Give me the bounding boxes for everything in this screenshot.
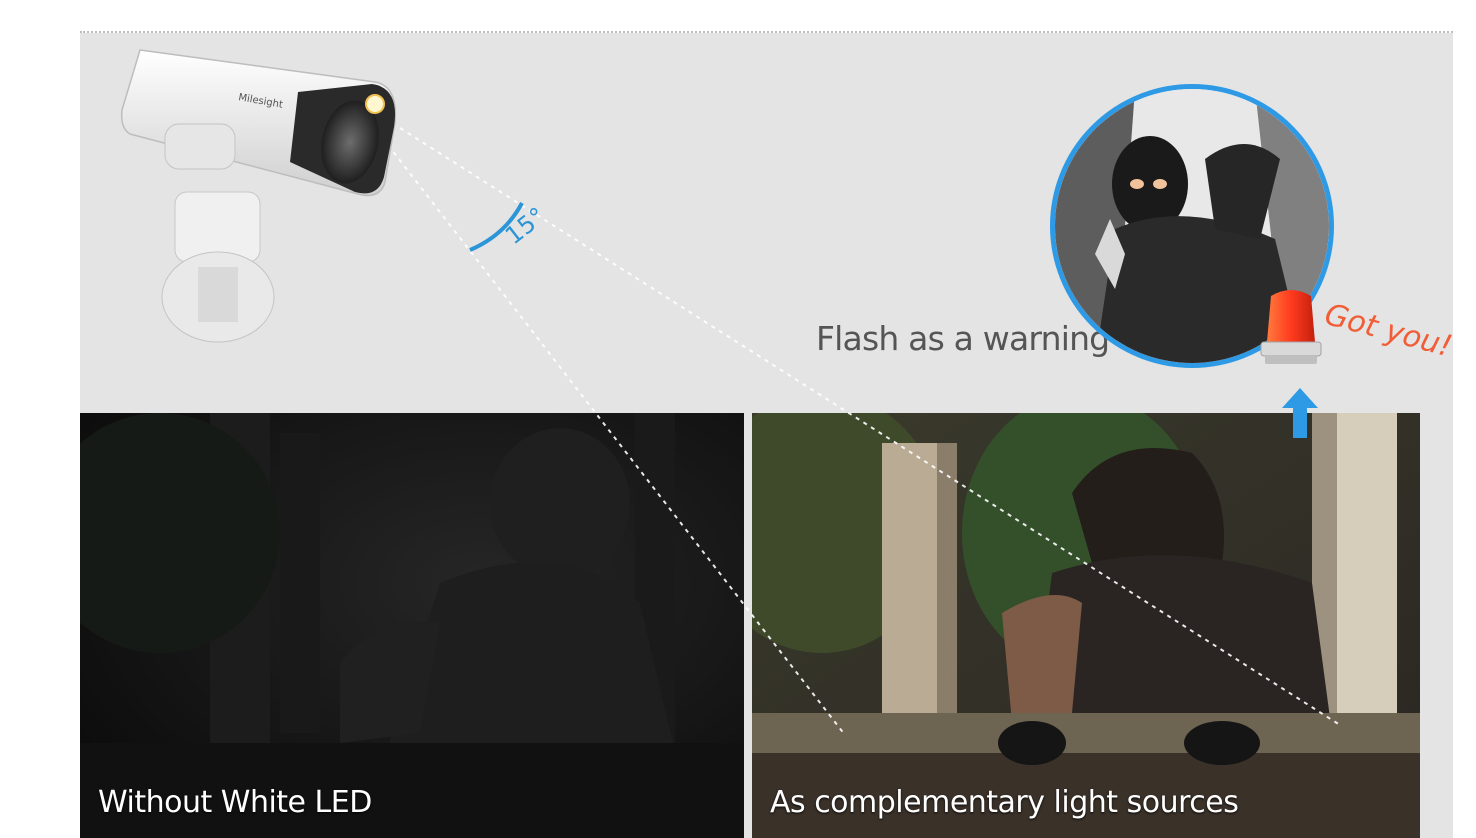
without-led-photo: Without White LED (80, 413, 744, 838)
without-led-caption: Without White LED (98, 785, 372, 820)
illustration: Without White LED As complementary light… (0, 0, 1476, 838)
siren-icon (1260, 290, 1322, 364)
dark-scene-image (80, 413, 744, 838)
up-arrow-icon (1282, 388, 1318, 438)
lit-scene-image (752, 413, 1420, 838)
complementary-light-caption: As complementary light sources (770, 785, 1239, 820)
top-dotted-divider (80, 31, 1453, 33)
complementary-light-photo: As complementary light sources (752, 413, 1420, 838)
bullet-camera-icon: Milesight (120, 49, 397, 343)
